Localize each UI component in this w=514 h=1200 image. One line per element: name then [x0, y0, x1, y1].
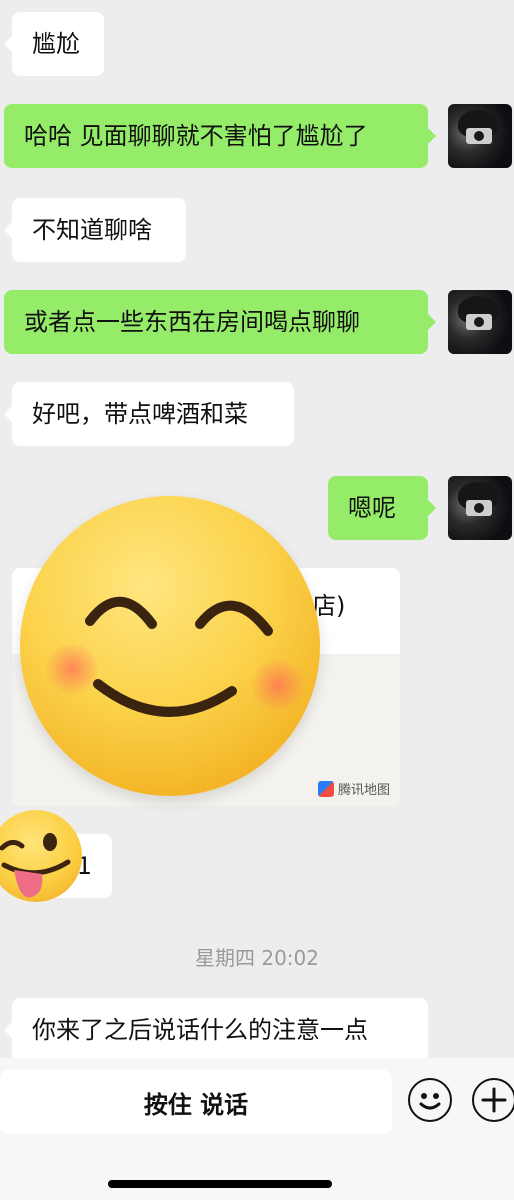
- message-text: 不知道聊啥: [32, 216, 152, 244]
- camera-icon: [466, 500, 492, 516]
- user-avatar[interactable]: [448, 476, 512, 540]
- message-bubble-incoming[interactable]: 尴尬: [4, 12, 104, 76]
- chat-area[interactable]: 尴尬 哈哈 见面聊聊就不害怕了尴尬了 不知道聊啥 或者点一些东西在房间喝点聊聊 …: [0, 0, 514, 1058]
- message-bubble-outgoing[interactable]: 或者点一些东西在房间喝点聊聊: [4, 290, 436, 354]
- message-bubble-incoming[interactable]: 好吧，带点啤酒和菜: [4, 382, 294, 446]
- user-avatar[interactable]: [448, 104, 512, 168]
- home-indicator: [108, 1180, 332, 1188]
- message-text: 你来了之后说话什么的注意一点: [32, 1016, 368, 1044]
- message-bubble-incoming[interactable]: 不知道聊啥: [4, 198, 186, 262]
- message-text: 嗯呢: [348, 494, 396, 522]
- message-bubble-outgoing[interactable]: 嗯呢: [328, 476, 436, 540]
- hold-to-talk-button[interactable]: 按住 说话: [0, 1070, 392, 1134]
- message-text: 或者点一些东西在房间喝点聊聊: [24, 308, 360, 336]
- tencent-map-logo-icon: [317, 780, 334, 797]
- smiling-blush-emoji-sticker: [20, 496, 320, 796]
- message-text: 好吧，带点啤酒和菜: [32, 400, 248, 428]
- camera-icon: [466, 128, 492, 144]
- smiley-icon[interactable]: [408, 1078, 452, 1122]
- map-brand-label: 腾讯地图: [337, 783, 390, 798]
- input-bar: 按住 说话: [0, 1058, 514, 1200]
- message-text: 哈哈 见面聊聊就不害怕了尴尬了: [24, 122, 368, 150]
- map-brand: 腾讯地图: [317, 779, 390, 798]
- plus-icon[interactable]: [472, 1078, 514, 1122]
- message-bubble-incoming[interactable]: 你来了之后说话什么的注意一点: [4, 998, 428, 1058]
- message-text: 尴尬: [32, 30, 80, 58]
- timestamp: 星期四 20:02: [195, 946, 319, 970]
- message-bubble-outgoing[interactable]: 哈哈 见面聊聊就不害怕了尴尬了: [4, 104, 436, 168]
- user-avatar[interactable]: [448, 290, 512, 354]
- winking-tongue-emoji-sticker: [0, 810, 82, 902]
- camera-icon: [466, 314, 492, 330]
